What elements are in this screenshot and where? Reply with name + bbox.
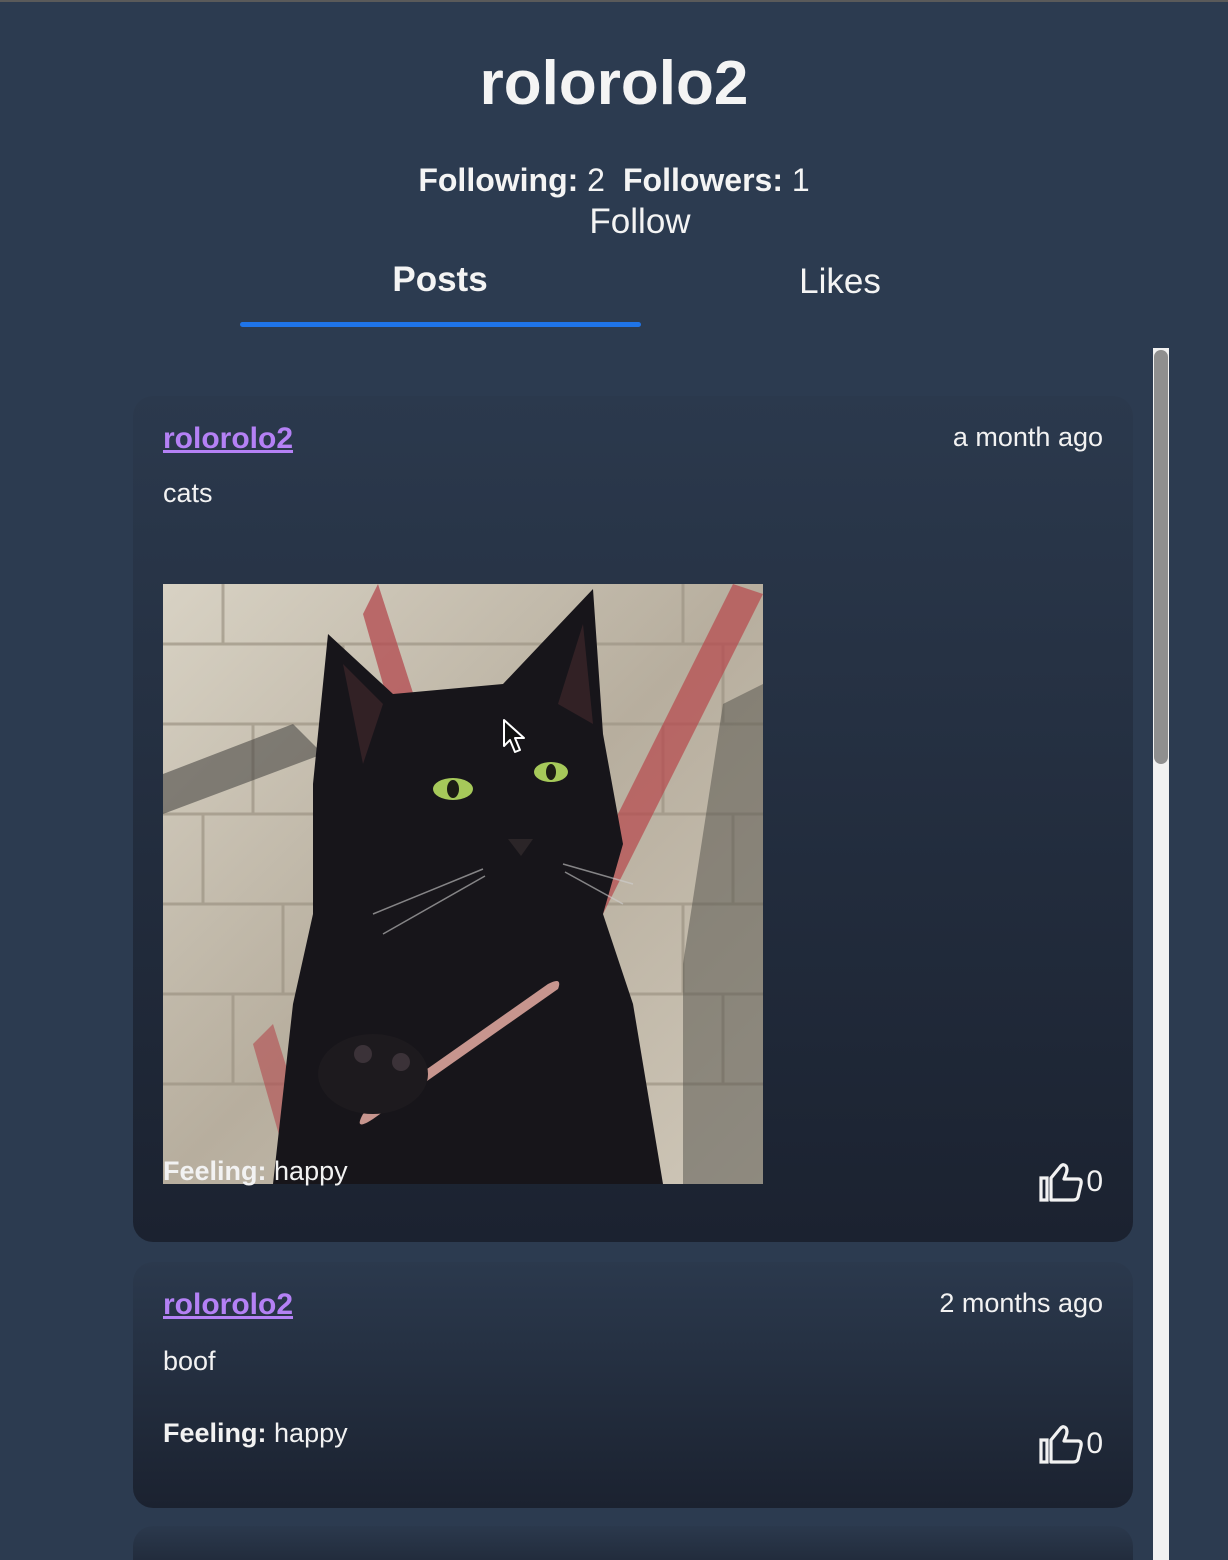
feeling-label: Feeling: bbox=[163, 1156, 267, 1186]
feeling-value: happy bbox=[274, 1418, 348, 1448]
tab-posts[interactable]: Posts bbox=[240, 250, 640, 328]
post-card bbox=[133, 1526, 1133, 1560]
post-text: boof bbox=[163, 1346, 216, 1376]
feeling-value: happy bbox=[274, 1156, 348, 1186]
thumbs-up-icon bbox=[1039, 1163, 1084, 1202]
profile-username: rolorolo2 bbox=[479, 49, 749, 118]
post-image[interactable] bbox=[163, 584, 763, 1184]
followers-count: 1 bbox=[791, 162, 810, 198]
post-card: rolorolo2 2 months ago boof Feeling: hap… bbox=[133, 1262, 1133, 1508]
post-text: cats bbox=[163, 478, 213, 508]
feed-scrollbar-thumb[interactable] bbox=[1154, 350, 1168, 764]
post-timestamp: 2 months ago bbox=[939, 1288, 1103, 1318]
following-count: 2 bbox=[587, 162, 605, 198]
feeling-label: Feeling: bbox=[163, 1418, 267, 1448]
follow-button[interactable]: Follow bbox=[540, 200, 740, 244]
post-timestamp: a month ago bbox=[952, 422, 1103, 452]
following-label: Following: bbox=[418, 162, 579, 198]
posts-feed[interactable]: rolorolo2 a month ago cats Feeling: happ… bbox=[113, 348, 1153, 1560]
like-button[interactable]: 0 bbox=[1038, 1422, 1103, 1466]
thumbs-up-icon bbox=[1039, 1425, 1084, 1464]
cat-photo-illustration bbox=[163, 584, 763, 1184]
post-author-link[interactable]: rolorolo2 bbox=[163, 1288, 293, 1322]
like-count: 0 bbox=[1086, 1165, 1103, 1198]
followers-label: Followers: bbox=[622, 162, 783, 198]
post-card: rolorolo2 a month ago cats Feeling: happ… bbox=[133, 396, 1133, 1242]
window-top-border bbox=[0, 0, 1228, 2]
mouse-pointer-icon bbox=[503, 719, 525, 753]
profile-tabs: Posts Likes bbox=[240, 250, 1040, 328]
post-feeling: Feeling: happy bbox=[163, 1156, 348, 1187]
active-tab-indicator bbox=[240, 322, 641, 327]
like-count: 0 bbox=[1086, 1427, 1103, 1460]
like-button[interactable]: 0 bbox=[1038, 1160, 1103, 1204]
post-author-link[interactable]: rolorolo2 bbox=[163, 422, 293, 456]
post-feeling: Feeling: happy bbox=[163, 1418, 348, 1449]
profile-stats: Following: 2 Followers: 1 bbox=[0, 162, 1228, 199]
tab-likes[interactable]: Likes bbox=[640, 250, 1040, 328]
